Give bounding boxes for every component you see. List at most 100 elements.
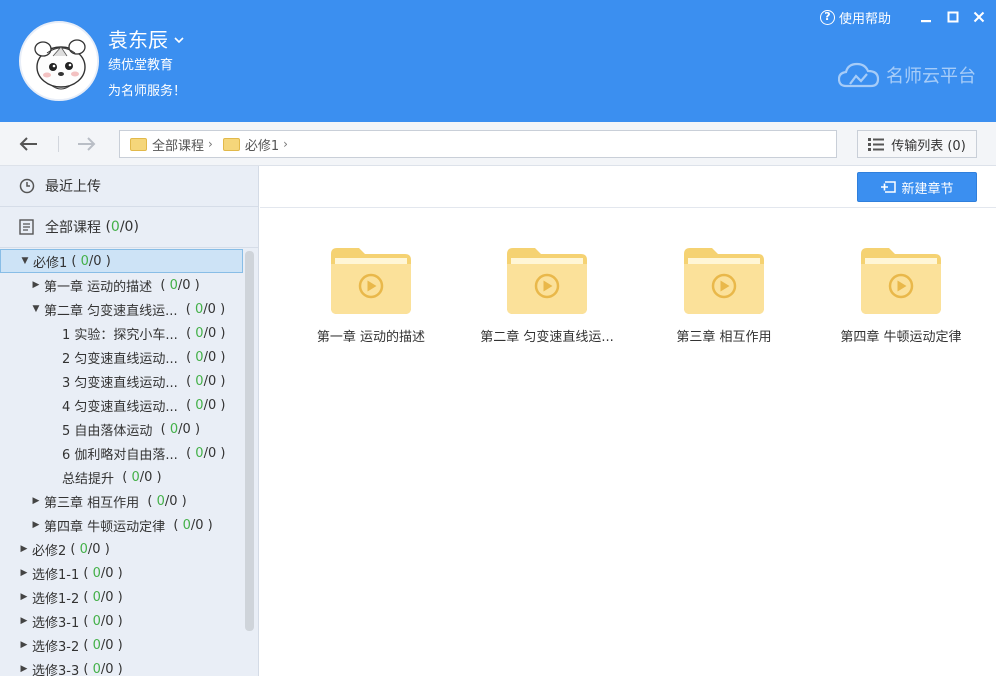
tree-count-open: ( [177,373,196,389]
folder-label: 第三章 相互作用 [676,330,772,345]
tree-count-open: ( [79,637,93,653]
tree-count-open: ( [114,469,132,485]
caret-right-icon[interactable]: ▶ [18,544,30,554]
document-list-icon [18,219,35,236]
tree-node[interactable]: ▶ 必修2 ( 0/0 ) [0,537,243,561]
tree-node-count: 0 [79,541,88,557]
caret-right-icon[interactable]: ▶ [18,568,30,578]
sidebar-item-all-courses[interactable]: 全部课程 (0/0) [0,207,258,248]
tree-node-label: 选修3-2 [32,639,80,655]
video-folder-icon [684,248,764,314]
tree-count-open: ( [177,301,195,317]
tree-count-open: ( [79,565,93,581]
main-toolbar: 新建章节 [260,166,996,208]
tree-node-label: 选修1-1 [32,567,80,583]
tree-node[interactable]: ▶ 选修3-3 ( 0/0 ) [0,657,243,676]
tree-node-label: 选修3-1 [32,615,80,631]
tree-node[interactable]: 4 匀变速直线运动... ( 0/0 ) [0,393,243,417]
sidebar-item-recent-uploads[interactable]: 最近上传 [0,166,258,207]
tree-node-label: 第四章 牛顿运动定律 [44,519,166,535]
caret-right-icon[interactable]: ▶ [18,616,30,626]
caret-right-icon[interactable]: ▶ [18,592,30,602]
tree-scrollbar[interactable] [245,251,254,631]
tree-node[interactable]: ▶ 选修1-1 ( 0/0 ) [0,561,243,585]
tree-node-label: 第二章 匀变速直线运... [44,303,178,319]
brand-logo: 名师云平台 [838,62,976,88]
course-tree: ▼ 必修1 ( 0/0 ) ▶ 第一章 运动的描述 ( 0/0 ) ▼ 第二章 匀变速直线… [0,249,243,676]
caret-right-icon[interactable]: ▶ [30,520,42,530]
video-folder-icon [331,248,411,314]
sidebar-item-label: 最近上传 [45,179,101,195]
chapter-folder[interactable]: 第三章 相互作用 [649,248,799,345]
tree-node[interactable]: ▼ 第二章 匀变速直线运... ( 0/0 ) [0,297,243,321]
caret-right-icon[interactable]: ▶ [18,640,30,650]
tree-count-close: /0 ) [100,613,123,629]
tree-node-count: 0 [92,589,101,605]
new-chapter-label: 新建章节 [901,181,954,197]
tree-count-open: ( [79,589,93,605]
tree-node[interactable]: ▶ 第四章 牛顿运动定律 ( 0/0 ) [0,513,243,537]
caret-right-icon[interactable]: ▶ [30,496,42,506]
chapter-folder[interactable]: 第二章 匀变速直线运... [472,248,622,345]
tree-node[interactable]: 2 匀变速直线运动... ( 0/0 ) [0,345,243,369]
maximize-button[interactable] [944,8,962,26]
caret-right-icon[interactable]: ▶ [30,280,42,290]
transfer-list-button[interactable]: 传输列表 (0) [857,130,977,158]
tree-node[interactable]: 总结提升 ( 0/0 ) [0,465,243,489]
tree-node-label: 6 伽利略对自由落... [62,447,178,463]
tree-count-close: /0 ) [100,661,123,676]
caret-down-icon[interactable]: ▼ [19,256,31,266]
count-prefix: ( [101,219,111,235]
tree-count-open: ( [152,421,170,437]
tree-count-open: ( [139,493,157,509]
forward-button[interactable] [75,132,99,156]
chevron-right-icon: › [283,137,288,151]
chapter-folder[interactable]: 第一章 运动的描述 [296,248,446,345]
avatar[interactable] [19,21,99,101]
help-label: 使用帮助 [839,12,892,27]
tree-node[interactable]: ▶ 第一章 运动的描述 ( 0/0 ) [0,273,243,297]
folder-icon [222,137,240,151]
tree-node[interactable]: ▼ 必修1 ( 0/0 ) [0,249,243,273]
breadcrumb-item[interactable]: 全部课程 › [130,135,213,154]
tree-node[interactable]: 5 自由落体运动 ( 0/0 ) [0,417,243,441]
tree-node[interactable]: 1 实验：探究小车... ( 0/0 ) [0,321,243,345]
tree-node-count: 0 [169,277,178,293]
tree-node-label: 选修3-3 [32,663,80,676]
user-name-menu[interactable]: 袁东辰 [108,24,184,53]
help-link[interactable]: ? 使用帮助 [820,8,891,27]
arrow-right-icon [78,137,96,151]
tree-node[interactable]: 3 匀变速直线运动... ( 0/0 ) [0,369,243,393]
tree-node[interactable]: 6 伽利略对自由落... ( 0/0 ) [0,441,243,465]
new-chapter-button[interactable]: 新建章节 [857,172,977,202]
tree-node-count: 0 [195,349,204,365]
chevron-down-icon [174,33,184,47]
chapter-folder[interactable]: 第四章 牛顿运动定律 [826,248,976,345]
count-suffix: /0) [119,219,139,235]
tree-node-label: 第三章 相互作用 [44,495,140,511]
breadcrumb-item[interactable]: 必修1 › [222,135,288,154]
tree-node[interactable]: ▶ 选修1-2 ( 0/0 ) [0,585,243,609]
tree-node-count: 0 [195,373,204,389]
tree-node-label: 必修2 [32,543,67,559]
caret-right-icon[interactable]: ▶ [18,664,30,674]
new-folder-icon [881,181,897,193]
tree-node-count: 0 [92,661,101,676]
minimize-button[interactable] [917,8,935,26]
back-button[interactable] [16,132,40,156]
nav-divider [58,136,59,152]
tree-count-close: /0 ) [190,517,213,533]
close-button[interactable] [970,8,988,26]
tree-node-count: 0 [195,445,204,461]
tree-count-open: ( [66,541,80,557]
tree-count-close: /0 ) [177,277,200,293]
caret-down-icon[interactable]: ▼ [30,304,42,314]
toolbar: 全部课程 › 必修1 › 传输列表 (0) [0,122,996,166]
tree-node[interactable]: ▶ 选修3-1 ( 0/0 ) [0,609,243,633]
tree-count-open: ( [177,397,196,413]
header-bar: 袁东辰 绩优堂教育 为名师服务！ ? 使用帮助 名师云平台 [0,0,996,122]
tree-node[interactable]: ▶ 第三章 相互作用 ( 0/0 ) [0,489,243,513]
tree-node[interactable]: ▶ 选修3-2 ( 0/0 ) [0,633,243,657]
tree-node-label: 选修1-2 [32,591,80,607]
tree-count-open: ( [67,253,81,269]
